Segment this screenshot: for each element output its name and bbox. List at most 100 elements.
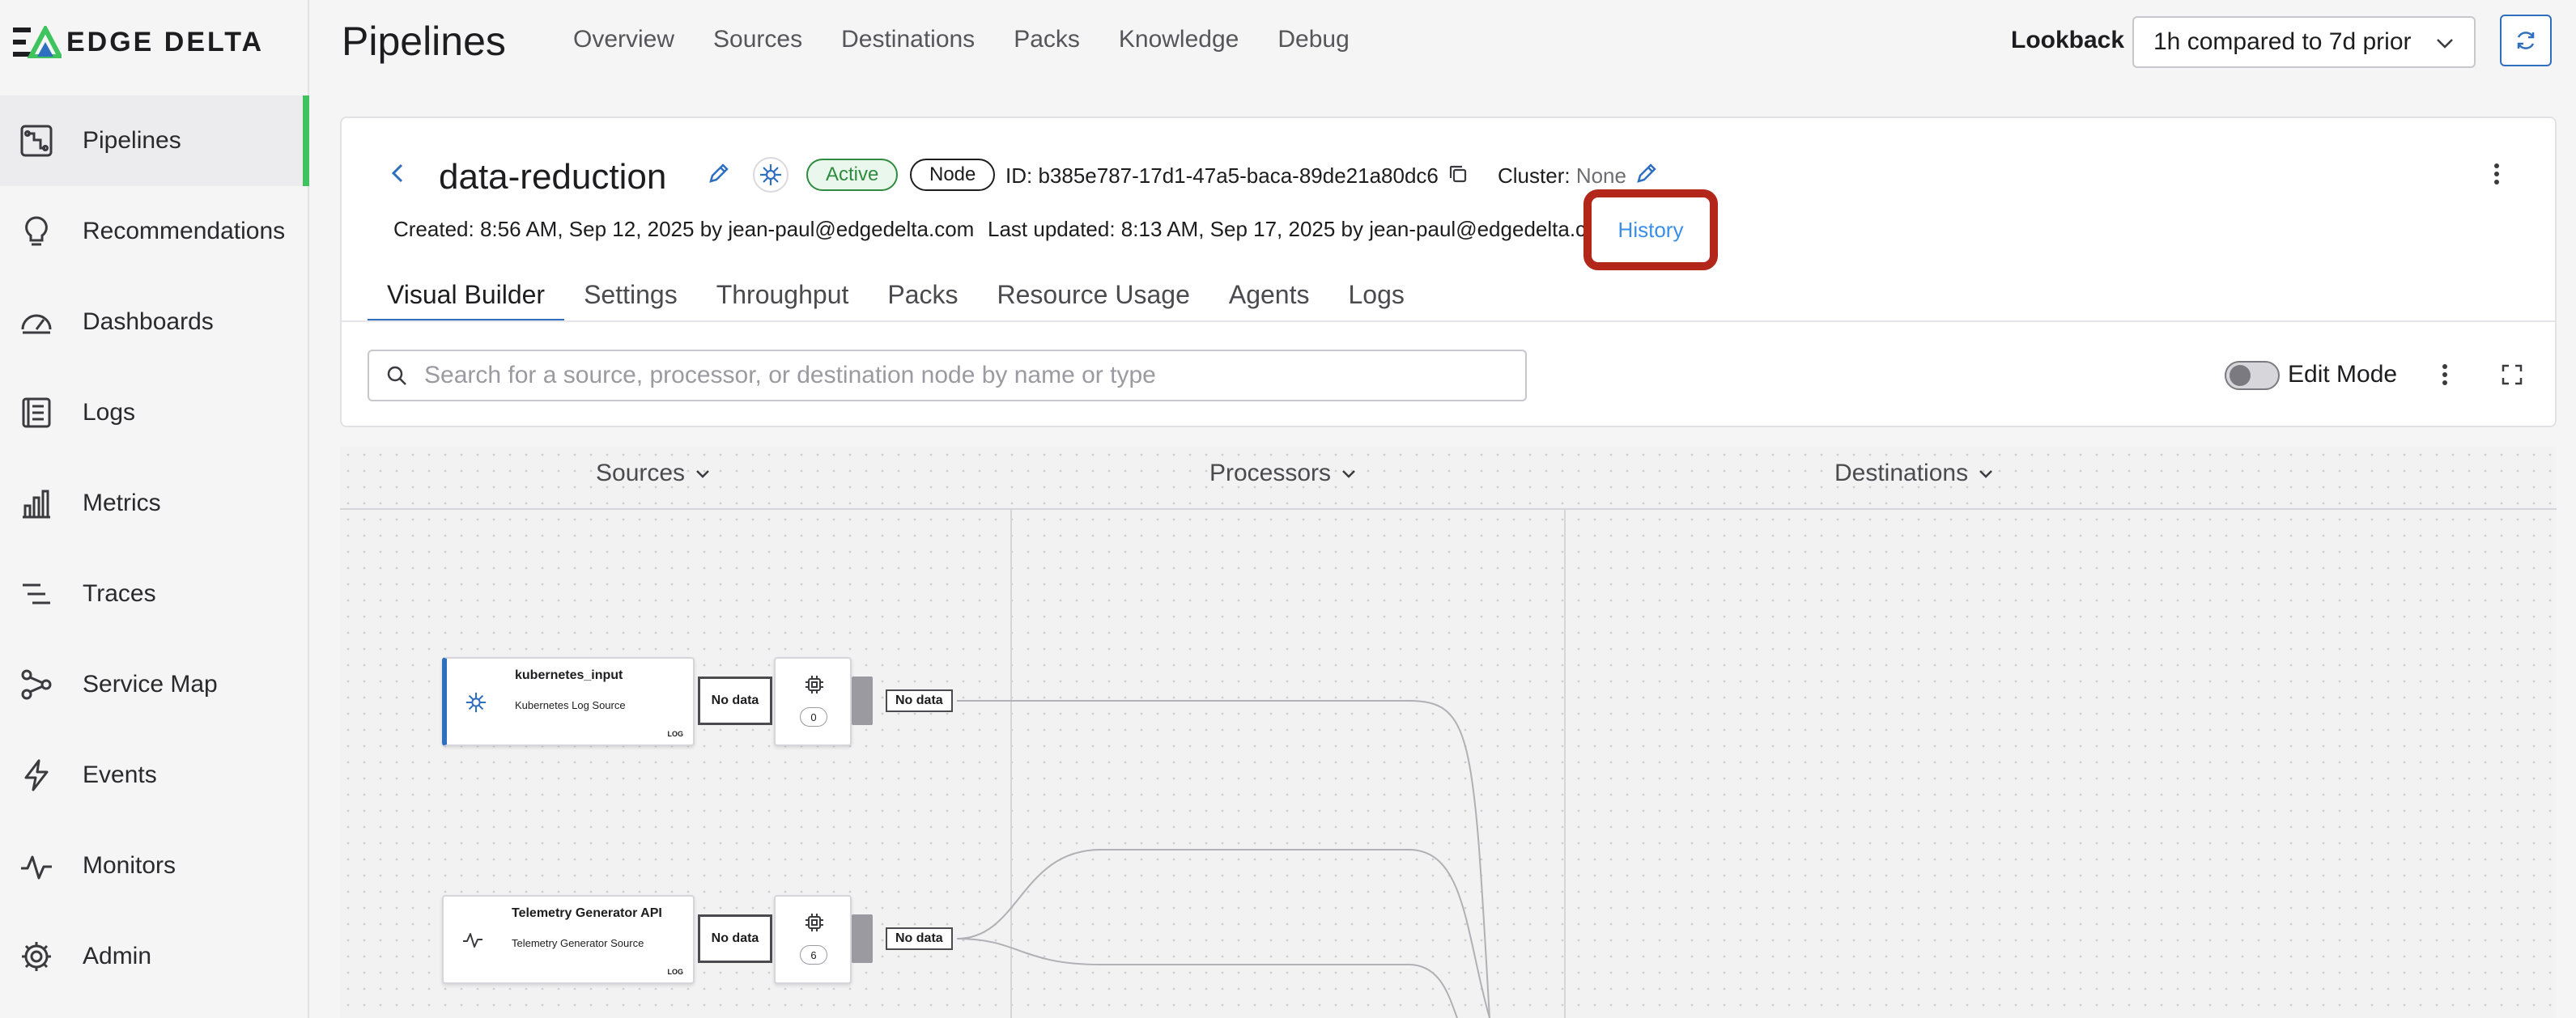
app: EDGE DELTA Pipelines Recommendations Das…	[0, 0, 2576, 1018]
pipeline-canvas[interactable]: Sources Processors Destinations kubernet…	[340, 447, 2557, 1018]
sidebar-nav: Pipelines Recommendations Dashboards Log…	[0, 95, 309, 1002]
status-badge: Active	[806, 159, 899, 191]
pencil-icon[interactable]	[1635, 162, 1658, 185]
sidebar-item-logs[interactable]: Logs	[0, 367, 309, 458]
lightbulb-icon	[18, 213, 55, 250]
source-status-box: No data	[698, 677, 772, 725]
bar-chart-icon	[18, 485, 55, 522]
tab-resource-usage[interactable]: Resource Usage	[978, 269, 1209, 320]
sidebar-item-service-map[interactable]: Service Map	[0, 639, 309, 730]
page-title: Pipelines	[342, 19, 506, 64]
lookback-select[interactable]: 1h compared to 7d prior	[2132, 16, 2476, 68]
history-link[interactable]: History	[1618, 218, 1684, 243]
node-subtitle: Telemetry Generator Source	[512, 937, 644, 949]
pulse-icon	[461, 929, 484, 956]
sidebar-item-label: Metrics	[83, 490, 161, 516]
logs-icon	[18, 394, 55, 431]
top-nav-overview[interactable]: Overview	[573, 26, 674, 53]
top-nav-packs[interactable]: Packs	[1014, 26, 1080, 53]
edge-delta-logo-icon	[13, 26, 62, 58]
sidebar-item-label: Traces	[83, 580, 156, 607]
pipeline-name: data-reduction	[439, 157, 667, 197]
processor-count: 6	[800, 945, 827, 965]
connection-line	[956, 938, 1458, 1018]
source-node-telemetry-generator[interactable]: Telemetry Generator API Telemetry Genera…	[442, 895, 695, 984]
node-type-badge: Node	[910, 159, 996, 191]
sidebar: EDGE DELTA Pipelines Recommendations Das…	[0, 0, 309, 1018]
search-input[interactable]	[424, 362, 1477, 389]
kebab-menu-icon[interactable]	[2490, 162, 2503, 186]
sidebar-item-traces[interactable]: Traces	[0, 549, 309, 639]
sidebar-item-label: Logs	[83, 399, 136, 426]
gear-icon	[18, 938, 55, 975]
tab-packs[interactable]: Packs	[868, 269, 977, 320]
edit-mode-toggle[interactable]	[2225, 361, 2280, 390]
pipeline-id: ID: b385e787-17d1-47a5-baca-89de21a80dc6	[1005, 163, 1439, 188]
tab-throughput[interactable]: Throughput	[697, 269, 869, 320]
sidebar-item-label: Events	[83, 761, 157, 788]
created-info: Created: 8:56 AM, Sep 12, 2025 by jean-p…	[393, 217, 975, 241]
sidebar-item-label: Recommendations	[83, 218, 286, 244]
history-highlight-box: History	[1583, 189, 1718, 270]
chip-icon	[806, 676, 823, 694]
output-port[interactable]	[852, 914, 873, 963]
copy-icon[interactable]	[1447, 163, 1469, 185]
pipelines-icon	[18, 122, 55, 159]
tab-logs[interactable]: Logs	[1328, 269, 1423, 320]
top-nav-knowledge[interactable]: Knowledge	[1119, 26, 1239, 53]
pencil-icon[interactable]	[708, 162, 730, 185]
sidebar-item-label: Admin	[83, 943, 152, 969]
edit-mode-label: Edit Mode	[2288, 361, 2398, 388]
back-chevron-icon[interactable]	[387, 160, 410, 186]
processor-count: 0	[800, 707, 827, 727]
pipeline-tabs: Visual Builder Settings Throughput Packs…	[368, 269, 1424, 322]
logo-text: EDGE DELTA	[66, 26, 265, 57]
gauge-icon	[18, 303, 55, 341]
sidebar-item-dashboards[interactable]: Dashboards	[0, 277, 309, 367]
sidebar-item-label: Service Map	[83, 671, 218, 698]
sidebar-item-admin[interactable]: Admin	[0, 911, 309, 1002]
search-icon	[387, 366, 406, 385]
refresh-button[interactable]	[2500, 15, 2552, 66]
pulse-icon	[18, 847, 55, 884]
lookback-label: Lookback	[2011, 27, 2125, 53]
connection-line	[956, 849, 1490, 1018]
node-search	[368, 350, 1527, 401]
network-icon	[18, 666, 55, 703]
sidebar-item-label: Pipelines	[83, 127, 181, 154]
pipeline-header-card: data-reduction Active Node ID: b385e787-…	[340, 117, 2557, 427]
sidebar-item-label: Dashboards	[83, 308, 214, 335]
top-nav-sources[interactable]: Sources	[713, 26, 802, 53]
tab-agents[interactable]: Agents	[1209, 269, 1329, 320]
tab-settings[interactable]: Settings	[564, 269, 697, 320]
chevron-down-icon	[2437, 39, 2453, 49]
lookback-value: 1h compared to 7d prior	[2153, 28, 2412, 55]
sidebar-item-monitors[interactable]: Monitors	[0, 821, 309, 911]
node-type-tag: LOG	[667, 730, 684, 738]
tabs-divider	[342, 320, 2555, 322]
output-port[interactable]	[852, 677, 873, 725]
chip-icon	[806, 914, 823, 931]
source-processor-box[interactable]: 0	[774, 657, 852, 746]
toggle-knob	[2230, 365, 2251, 386]
kebab-menu-icon[interactable]	[2438, 363, 2451, 387]
edge-delta-logo[interactable]: EDGE DELTA	[13, 26, 264, 58]
fullscreen-icon[interactable]	[2500, 363, 2524, 387]
edge-status-label: No data	[886, 927, 953, 950]
cluster-value: None	[1575, 163, 1626, 188]
sidebar-item-metrics[interactable]: Metrics	[0, 458, 309, 549]
cluster-info: Cluster: None	[1498, 163, 1626, 189]
top-nav-debug[interactable]: Debug	[1277, 26, 1349, 53]
sidebar-item-events[interactable]: Events	[0, 730, 309, 821]
source-node-kubernetes-input[interactable]: kubernetes_input Kubernetes Log Source L…	[442, 657, 695, 746]
node-subtitle: Kubernetes Log Source	[515, 699, 626, 711]
top-nav-destinations[interactable]: Destinations	[841, 26, 975, 53]
refresh-icon	[2517, 32, 2535, 49]
tab-visual-builder[interactable]: Visual Builder	[368, 269, 565, 322]
sidebar-item-pipelines[interactable]: Pipelines	[0, 95, 309, 186]
kubernetes-icon	[753, 157, 789, 193]
edge-status-label: No data	[886, 689, 953, 712]
source-processor-box[interactable]: 6	[774, 895, 852, 984]
sidebar-item-recommendations[interactable]: Recommendations	[0, 186, 309, 277]
node-type-tag: LOG	[667, 968, 684, 976]
